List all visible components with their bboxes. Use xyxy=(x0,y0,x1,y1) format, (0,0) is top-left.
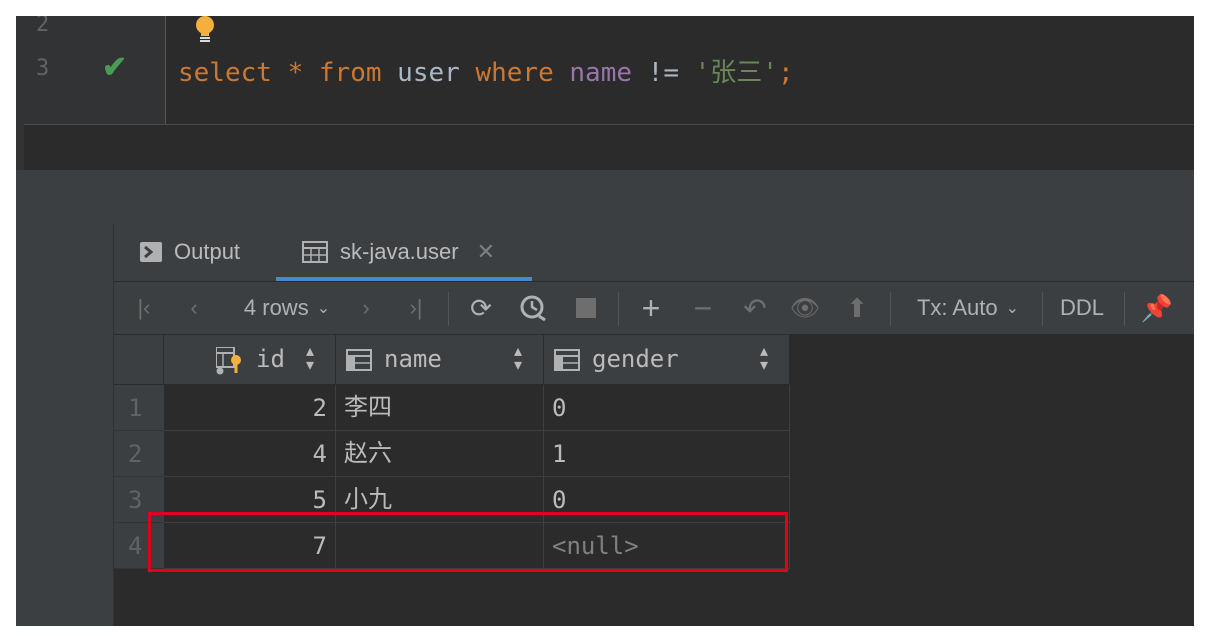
sql-statement[interactable]: select * from user where name != '张三'; xyxy=(178,52,794,89)
preview-changes-icon[interactable]: 👁 xyxy=(788,282,822,334)
chevron-down-icon: ⌄ xyxy=(316,300,331,317)
tab-sk-java-user-label: sk-java.user xyxy=(340,239,459,264)
table-name: user xyxy=(397,58,460,88)
cell-name[interactable]: 李四 xyxy=(336,385,544,431)
line-number: 2 xyxy=(36,16,50,37)
revert-icon[interactable]: ↶ xyxy=(738,282,772,334)
last-page-icon[interactable]: ›| xyxy=(400,282,432,334)
keyword-select: select xyxy=(178,58,272,88)
previous-page-icon[interactable]: ‹ xyxy=(178,282,210,334)
highlight-box xyxy=(148,512,788,572)
refresh-icon[interactable]: ⟳ xyxy=(464,282,498,334)
sort-icon[interactable]: ▴ ▾ xyxy=(514,344,522,374)
cell-id[interactable]: 4 xyxy=(164,431,336,477)
semicolon: ; xyxy=(777,58,794,88)
column-header-label: gender xyxy=(592,345,679,373)
string-literal: '张三' xyxy=(694,58,778,88)
column-header-label: name xyxy=(384,345,442,373)
result-grid: id ▴ ▾ name ▴ ▾ gender ▴ ▾ 1 2 李四 0 2 4 … xyxy=(114,335,1194,626)
column-header-gender[interactable]: gender ▴ ▾ xyxy=(544,335,790,385)
cell-gender[interactable]: 1 xyxy=(544,431,790,477)
lightbulb-icon[interactable] xyxy=(194,16,216,44)
active-tab-indicator xyxy=(276,277,532,281)
delete-row-icon[interactable]: − xyxy=(686,282,720,334)
toolbar-separator xyxy=(890,292,891,326)
operator: != xyxy=(647,58,679,88)
cell-name[interactable]: 赵六 xyxy=(336,431,544,477)
next-page-icon[interactable]: › xyxy=(350,282,382,334)
gutter-divider xyxy=(165,16,166,124)
rows-count-dropdown[interactable]: 4 rows ⌄ xyxy=(232,282,342,334)
keyword-where: where xyxy=(475,58,554,88)
column-header-id[interactable]: id ▴ ▾ xyxy=(164,335,336,385)
column-header-name[interactable]: name ▴ ▾ xyxy=(336,335,544,385)
tab-output[interactable]: Output xyxy=(140,223,240,281)
close-icon[interactable]: ✕ xyxy=(477,239,495,265)
sort-icon[interactable]: ▴ ▾ xyxy=(306,344,314,374)
add-row-icon[interactable]: + xyxy=(634,282,668,334)
submit-icon[interactable]: ⬆ xyxy=(840,282,874,334)
tx-mode-label: Tx: Auto xyxy=(916,295,998,320)
cell-gender[interactable]: 0 xyxy=(544,385,790,431)
console-icon xyxy=(140,242,162,262)
column-header-label: id xyxy=(256,345,285,373)
first-page-icon[interactable]: |‹ xyxy=(128,282,160,334)
tx-mode-dropdown[interactable]: Tx: Auto ⌄ xyxy=(908,282,1028,334)
stop-icon[interactable] xyxy=(570,282,602,334)
sort-icon[interactable]: ▴ ▾ xyxy=(760,344,768,374)
history-icon[interactable] xyxy=(516,282,550,334)
row-number[interactable]: 1 xyxy=(114,385,164,431)
pin-icon[interactable]: 📌 xyxy=(1140,282,1174,334)
tab-output-label: Output xyxy=(174,239,241,264)
row-number[interactable]: 2 xyxy=(114,431,164,477)
wildcard: * xyxy=(287,58,304,88)
gutter-strip xyxy=(16,124,24,170)
column-name: name xyxy=(569,58,633,88)
check-icon: ✔ xyxy=(102,51,128,84)
toolbar-separator xyxy=(618,292,619,326)
results-toolbar: |‹ ‹ 4 rows ⌄ › ›| ⟳ + − ↶ 👁 ⬆ Tx: Auto … xyxy=(114,282,1194,335)
ddl-label: DDL xyxy=(1059,295,1104,320)
panel-sidebar xyxy=(16,223,114,626)
rows-count-label: 4 rows xyxy=(243,295,309,320)
cell-id[interactable]: 2 xyxy=(164,385,336,431)
ddl-button[interactable]: DDL xyxy=(1054,282,1110,334)
tab-sk-java-user[interactable]: sk-java.user ✕ xyxy=(302,223,495,281)
line-number: 3 xyxy=(36,56,50,81)
panel-splitter[interactable] xyxy=(16,170,1194,223)
toolbar-separator xyxy=(1042,292,1043,326)
table-icon xyxy=(302,241,328,263)
keyword-from: from xyxy=(318,58,382,88)
primary-key-icon xyxy=(216,347,241,375)
editor-bottom-rule xyxy=(24,124,1194,125)
sql-editor[interactable]: 2 3 ✔ select * from user where name != '… xyxy=(16,16,1194,170)
toolbar-separator xyxy=(448,292,449,326)
column-icon xyxy=(346,349,372,371)
result-tabs: Output sk-java.user ✕ xyxy=(114,223,1194,282)
clock-icon xyxy=(520,295,546,322)
toolbar-separator xyxy=(1124,292,1125,326)
row-number-header xyxy=(114,335,164,385)
column-icon xyxy=(554,349,580,371)
chevron-down-icon: ⌄ xyxy=(1005,300,1020,317)
